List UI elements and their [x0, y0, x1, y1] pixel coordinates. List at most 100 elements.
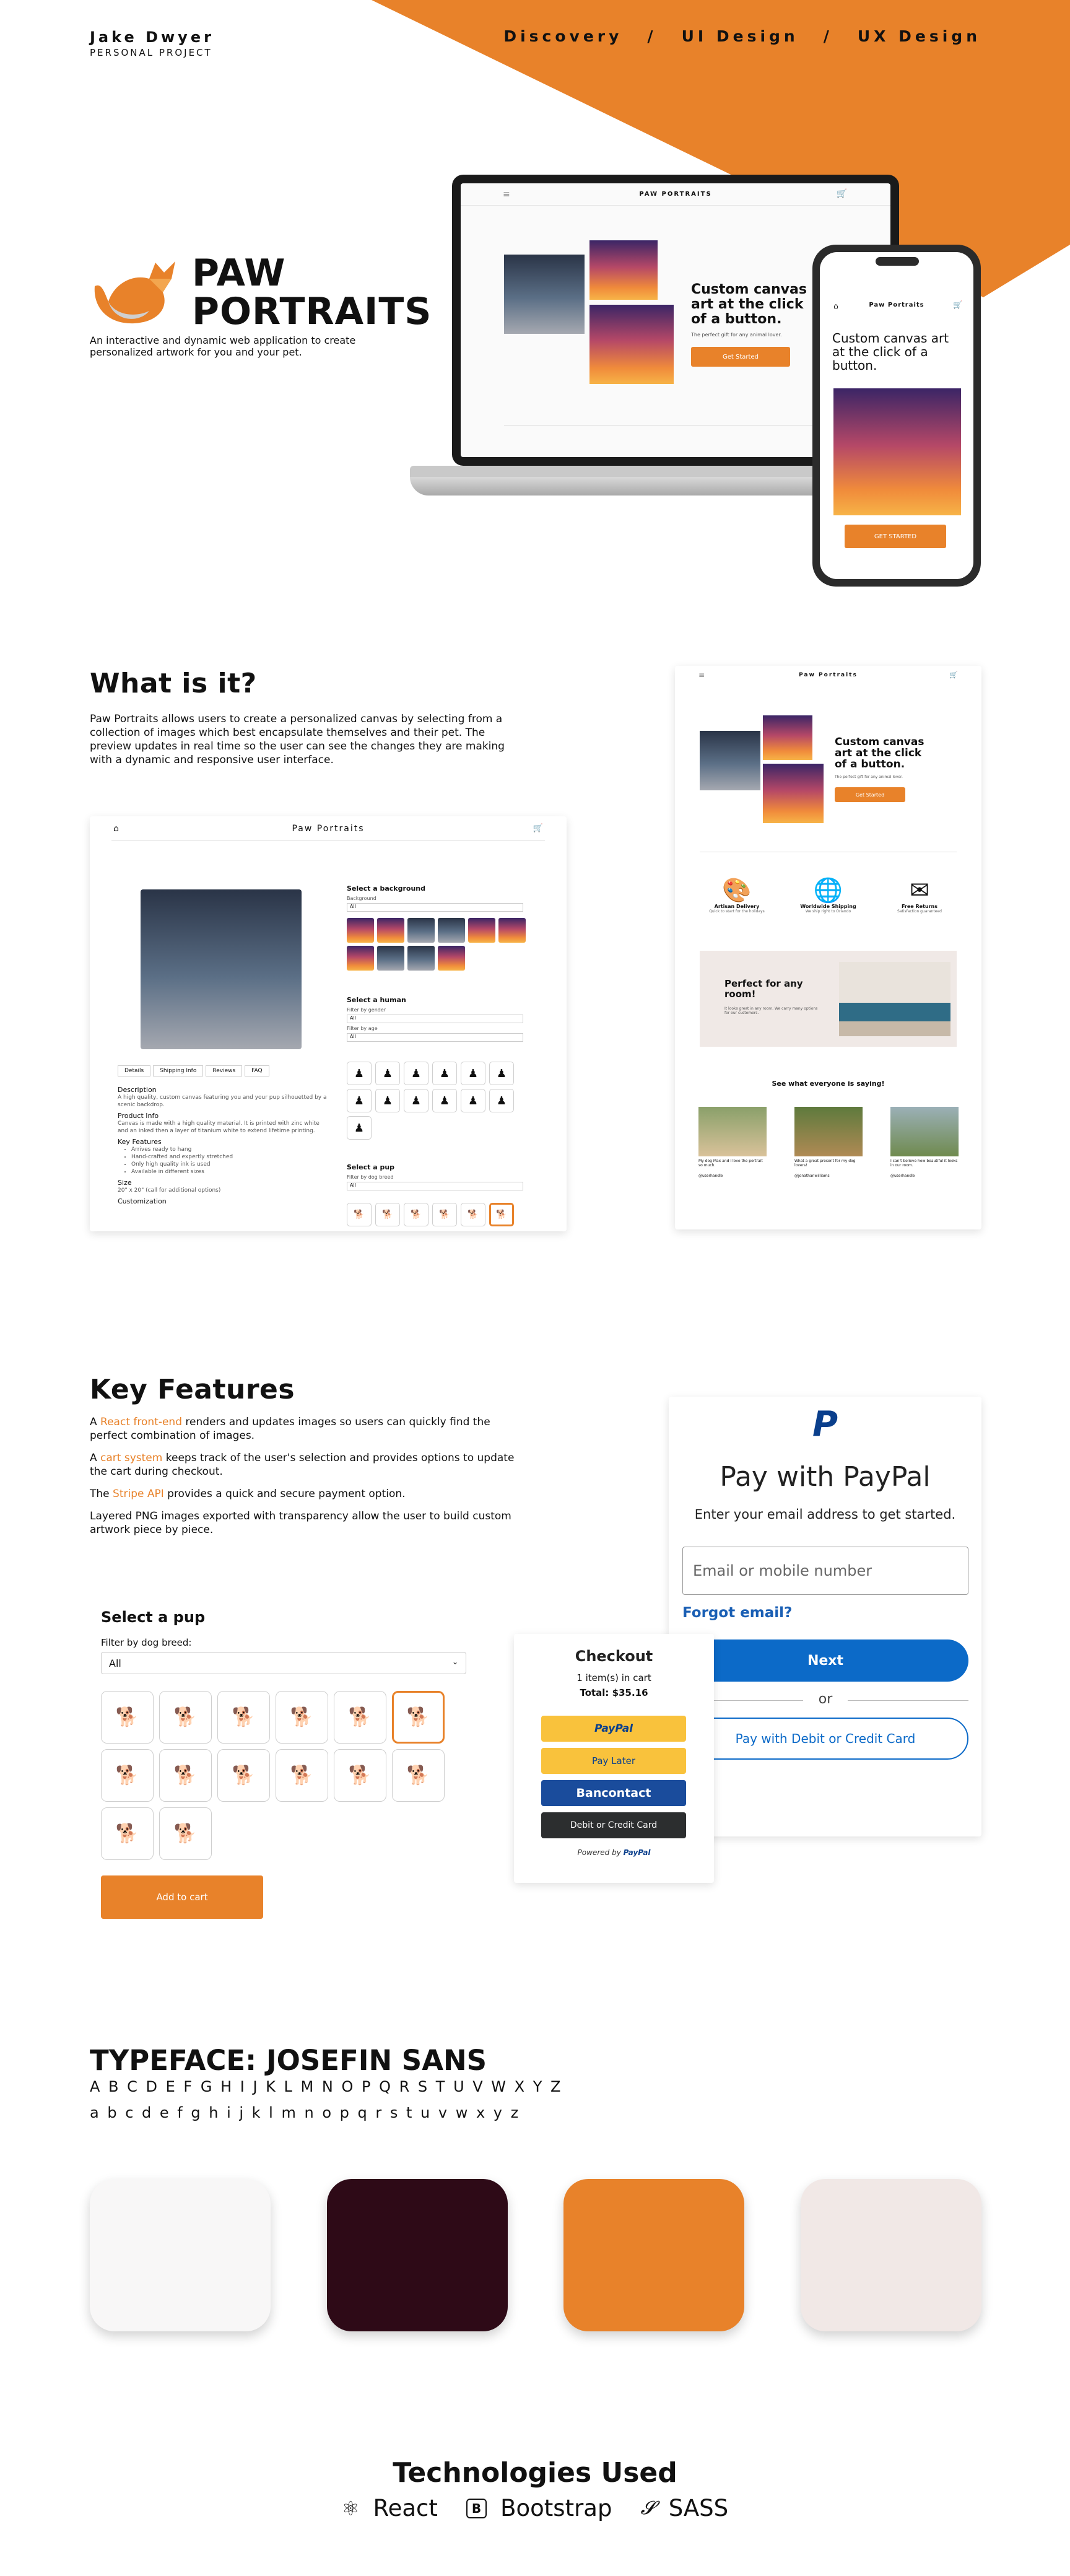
- background-option[interactable]: [377, 918, 404, 943]
- background-option[interactable]: [468, 918, 495, 943]
- human-option[interactable]: ♟: [404, 1062, 428, 1085]
- pup-option[interactable]: 🐕: [432, 1203, 457, 1226]
- pup-option[interactable]: 🐕: [392, 1749, 445, 1802]
- get-started-button[interactable]: Get Started: [835, 787, 905, 802]
- fox-logo-icon: [94, 261, 175, 324]
- pup-option[interactable]: 🐕: [276, 1749, 328, 1802]
- background-option[interactable]: [407, 946, 435, 971]
- header-nav: Discovery / UI Design / UX Design: [503, 27, 981, 45]
- background-option[interactable]: [347, 918, 374, 943]
- tab-details[interactable]: Details: [118, 1065, 151, 1076]
- background-option[interactable]: [377, 946, 404, 971]
- laptop-tagline: The perfect gift for any animal lover.: [691, 332, 782, 338]
- nav-discovery[interactable]: Discovery: [503, 27, 622, 45]
- card-button[interactable]: Debit or Credit Card: [541, 1812, 686, 1838]
- logo-wordmark: PAW PORTRAITS: [192, 254, 432, 331]
- feature-paragraph-react: A React front-end renders and updates im…: [90, 1416, 490, 1442]
- breed-filter-select[interactable]: All ⌄: [101, 1652, 466, 1674]
- pup-option[interactable]: 🐕: [334, 1691, 386, 1744]
- pup-option-selected[interactable]: 🐕: [392, 1691, 445, 1744]
- human-option[interactable]: ♟: [489, 1062, 514, 1085]
- pup-option[interactable]: 🐕: [217, 1691, 270, 1744]
- background-filter-select[interactable]: All: [347, 903, 523, 912]
- cart-icon[interactable]: 🛒: [533, 824, 543, 833]
- pup-option[interactable]: 🐕: [404, 1203, 428, 1226]
- pup-option[interactable]: 🐕: [101, 1807, 154, 1860]
- pup-option[interactable]: 🐕: [217, 1749, 270, 1802]
- pup-option[interactable]: 🐕: [334, 1749, 386, 1802]
- tab-faq[interactable]: FAQ: [245, 1065, 269, 1076]
- swatch-orange: [563, 2179, 745, 2331]
- home-brand: Paw Portraits: [799, 672, 858, 678]
- human-option[interactable]: ♟: [461, 1062, 485, 1085]
- homepage-screenshot: ≡ Paw Portraits 🛒 Custom canvas art at t…: [675, 666, 981, 1229]
- size-text: 20" x 20" (call for additional options): [118, 1187, 221, 1194]
- add-to-cart-button[interactable]: Add to cart: [101, 1875, 263, 1919]
- email-field[interactable]: Email or mobile number: [682, 1547, 968, 1595]
- human-option[interactable]: ♟: [347, 1089, 372, 1112]
- tab-shipping-info[interactable]: Shipping Info: [153, 1065, 204, 1076]
- background-option[interactable]: [407, 918, 435, 943]
- pup-option[interactable]: 🐕: [461, 1203, 485, 1226]
- human-option[interactable]: ♟: [432, 1062, 457, 1085]
- pay-with-card-button[interactable]: Pay with Debit or Credit Card: [682, 1718, 968, 1760]
- background-option[interactable]: [438, 918, 465, 943]
- feature-text: Quick to start for the holidays: [709, 909, 765, 914]
- human-option[interactable]: ♟: [375, 1062, 400, 1085]
- what-section-title: What is it?: [90, 668, 257, 699]
- cart-icon[interactable]: 🛒: [837, 189, 847, 199]
- pup-option[interactable]: 🐕: [375, 1203, 400, 1226]
- pup-option[interactable]: 🐕: [101, 1691, 154, 1744]
- pup-option[interactable]: 🐕: [347, 1203, 372, 1226]
- pup-option[interactable]: 🐕: [159, 1749, 212, 1802]
- breed-filter-value: All: [350, 1182, 356, 1188]
- paypal-button[interactable]: PayPal: [541, 1716, 686, 1742]
- breed-filter-select[interactable]: All: [347, 1182, 523, 1190]
- human-option[interactable]: ♟: [489, 1089, 514, 1112]
- bancontact-button[interactable]: Bancontact: [541, 1780, 686, 1806]
- cart-icon[interactable]: 🛒: [953, 300, 962, 309]
- next-button[interactable]: Next: [682, 1639, 968, 1682]
- pup-option-selected[interactable]: 🐕: [489, 1203, 514, 1226]
- cart-highlight: cart system: [100, 1452, 163, 1464]
- human-option[interactable]: ♟: [347, 1116, 372, 1140]
- pay-later-button[interactable]: Pay Later: [541, 1748, 686, 1774]
- pup-grid: 🐕 🐕 🐕 🐕 🐕 🐕 🐕 🐕 🐕 🐕 🐕 🐕 🐕 🐕: [101, 1691, 445, 1860]
- human-option[interactable]: ♟: [404, 1089, 428, 1112]
- get-started-button[interactable]: GET STARTED: [845, 525, 946, 548]
- human-option[interactable]: ♟: [375, 1089, 400, 1112]
- pup-option[interactable]: 🐕: [159, 1691, 212, 1744]
- hero-image-top: [589, 240, 658, 300]
- get-started-button[interactable]: Get Started: [691, 347, 790, 367]
- age-filter-label: Filter by age: [347, 1026, 378, 1031]
- promo-text: It looks great in any room. We carry man…: [724, 1006, 818, 1015]
- human-option[interactable]: ♟: [347, 1062, 372, 1085]
- feature-title: Artisan Delivery: [714, 904, 760, 909]
- tab-reviews[interactable]: Reviews: [206, 1065, 243, 1076]
- feature-text: We ship right to Orlando: [805, 909, 851, 914]
- room-image: [839, 962, 950, 1036]
- feature-artisan: 🎨 Artisan Delivery Quick to start for th…: [700, 876, 774, 914]
- testimonials-row: My dog Max and I love the portrait so mu…: [698, 1107, 959, 1178]
- pup-option[interactable]: 🐕: [159, 1807, 212, 1860]
- home-headline: Custom canvas art at the click of a butt…: [835, 736, 924, 771]
- logo-line-1: PAW: [192, 251, 286, 295]
- paypal-login: P Pay with PayPal Enter your email addre…: [669, 1397, 981, 1836]
- human-option[interactable]: ♟: [461, 1089, 485, 1112]
- nav-ui-design[interactable]: UI Design: [682, 27, 799, 45]
- background-option[interactable]: [438, 946, 465, 971]
- pup-option[interactable]: 🐕: [276, 1691, 328, 1744]
- background-option[interactable]: [498, 918, 526, 943]
- feature-item: Arrives ready to hang: [131, 1146, 331, 1153]
- react-highlight: React front-end: [100, 1416, 182, 1428]
- testimonial-handle: @userhandle: [890, 1174, 915, 1178]
- forgot-email-link[interactable]: Forgot email?: [682, 1605, 792, 1621]
- gender-filter-select[interactable]: All: [347, 1015, 523, 1023]
- pup-option[interactable]: 🐕: [101, 1749, 154, 1802]
- age-filter-select[interactable]: All: [347, 1033, 523, 1042]
- background-option[interactable]: [347, 946, 374, 971]
- cart-icon[interactable]: 🛒: [949, 671, 958, 679]
- powered-by-brand: PayPal: [623, 1848, 651, 1857]
- human-option[interactable]: ♟: [432, 1089, 457, 1112]
- nav-ux-design[interactable]: UX Design: [858, 27, 981, 45]
